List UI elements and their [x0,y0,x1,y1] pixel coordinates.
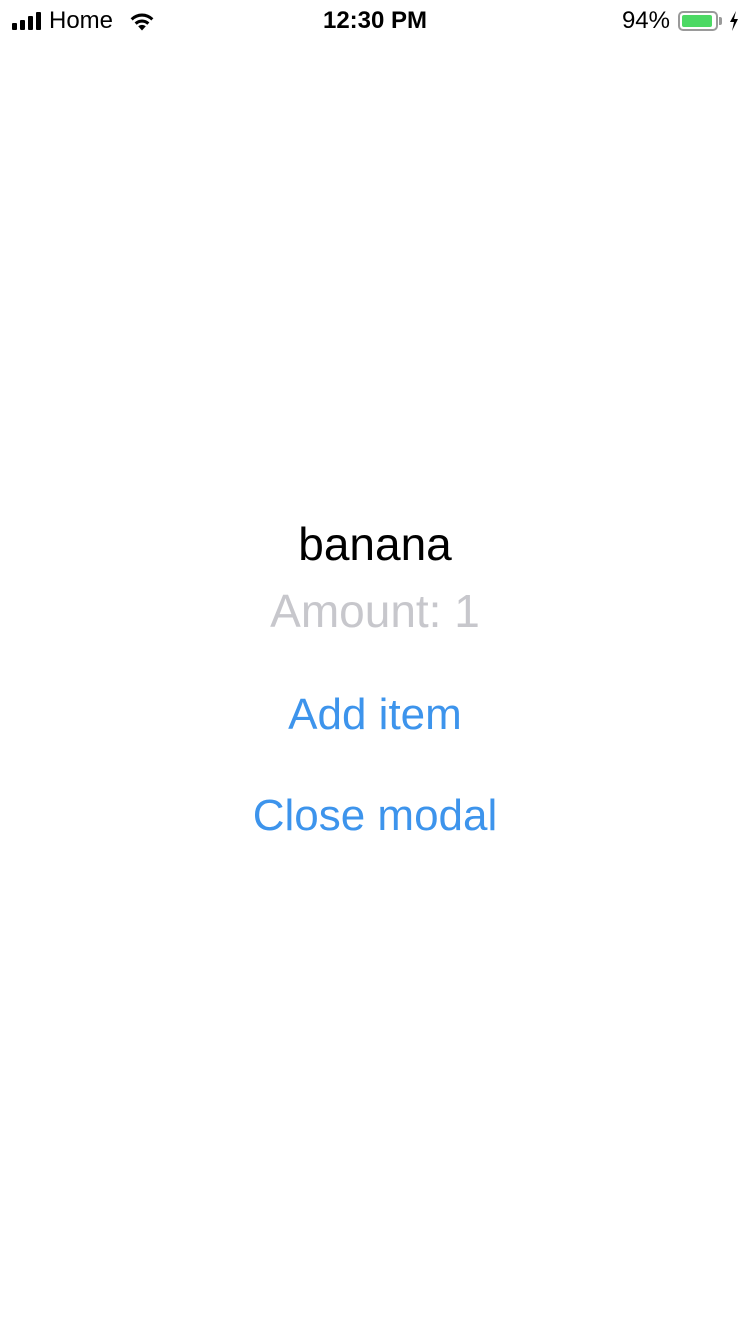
charging-bolt-icon [728,10,740,32]
add-item-button[interactable]: Add item [0,689,750,741]
battery-fill [682,15,713,27]
screen: Home 12:30 PM 94% banana Amount: 1 Add i… [0,0,750,1334]
close-modal-button[interactable]: Close modal [0,790,750,842]
battery-tip [719,17,722,25]
battery-icon [678,10,722,32]
battery-body [678,11,718,31]
status-bar-right: 94% [622,7,740,35]
item-name: banana [298,518,452,570]
battery-percentage: 94% [621,7,670,34]
item-amount: Amount: 1 [270,585,480,637]
status-bar: Home 12:30 PM 94% [0,0,750,40]
